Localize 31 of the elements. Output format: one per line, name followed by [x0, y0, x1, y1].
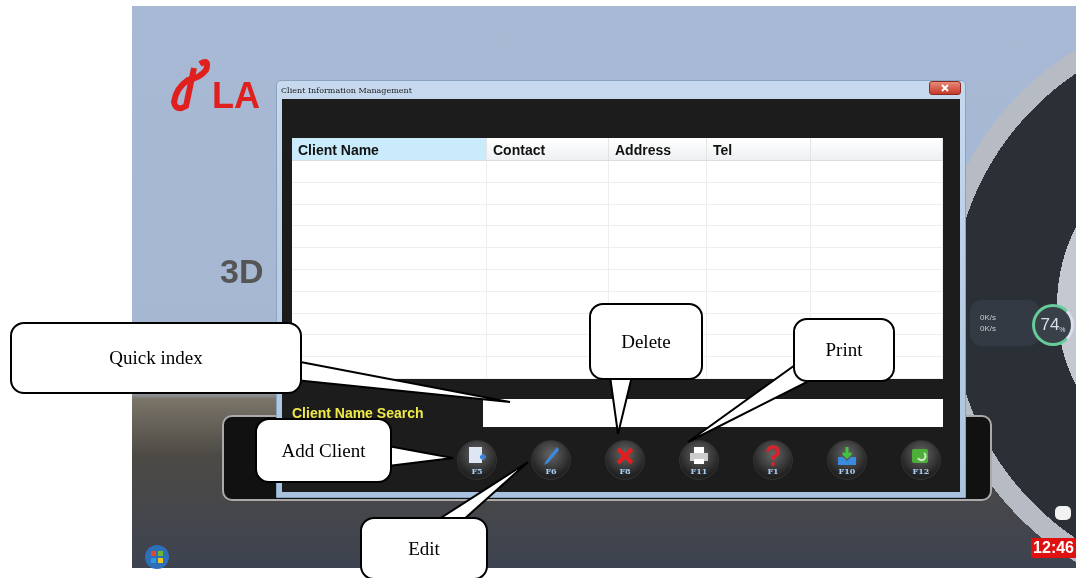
- back-button[interactable]: F12: [901, 440, 941, 480]
- logo-text: LA: [212, 78, 260, 114]
- search-label: Client Name Search: [292, 405, 425, 421]
- close-icon: [941, 84, 949, 92]
- question-mark-icon: [765, 445, 781, 467]
- logo-icon: [170, 58, 212, 114]
- callout: Edit: [360, 517, 488, 578]
- clock: 12:46: [1031, 538, 1076, 558]
- close-button[interactable]: [929, 81, 961, 95]
- gauge-value: 74: [1040, 315, 1060, 335]
- heading-text: 3D: [220, 252, 264, 291]
- delete-button[interactable]: F8: [605, 440, 645, 480]
- help-button[interactable]: F1: [753, 440, 793, 480]
- callout: Print: [793, 318, 895, 382]
- cross-icon: [614, 445, 636, 467]
- edit-button[interactable]: F6: [531, 440, 571, 480]
- download-speed: 0K/s: [980, 324, 997, 333]
- start-orb-icon[interactable]: [144, 544, 170, 570]
- upload-speed: 0K/s: [980, 313, 997, 322]
- add-button[interactable]: F5: [457, 440, 497, 480]
- callout: Add Client: [255, 418, 392, 483]
- column-header[interactable]: Contact: [487, 138, 609, 160]
- callout: Delete: [589, 303, 703, 380]
- print-button[interactable]: F11: [679, 440, 719, 480]
- column-header[interactable]: Client Name: [292, 138, 487, 160]
- printer-icon: [688, 445, 710, 467]
- download-tray-icon: [836, 445, 858, 467]
- column-header[interactable]: Address: [609, 138, 707, 160]
- column-header[interactable]: Tel: [707, 138, 811, 160]
- window-title: Client Information Management: [281, 85, 412, 95]
- import-button[interactable]: F10: [827, 440, 867, 480]
